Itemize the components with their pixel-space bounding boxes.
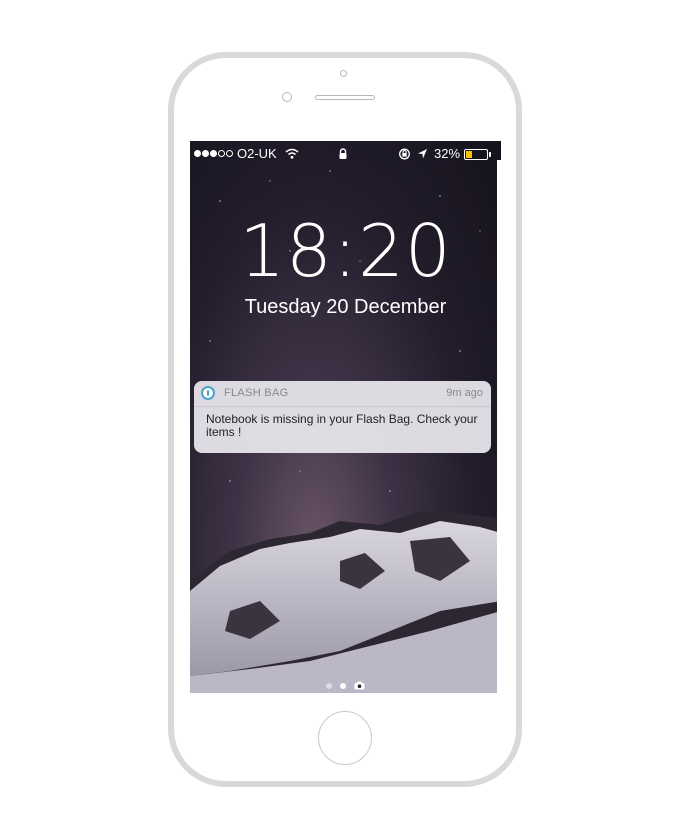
screen-edge (497, 160, 501, 693)
notification-time: 9m ago (446, 387, 483, 399)
front-camera (282, 92, 292, 102)
notification-header: FLASH BAG 9m ago (194, 381, 491, 407)
home-button[interactable] (318, 711, 372, 765)
carrier-name: O2-UK (237, 146, 277, 161)
battery-icon (464, 149, 488, 160)
page-dot-2[interactable] (340, 682, 346, 689)
notification-card[interactable]: FLASH BAG 9m ago Notebook is missing in … (194, 381, 491, 453)
notification-message: Notebook is missing in your Flash Bag. C… (206, 412, 478, 439)
lock-icon (339, 148, 347, 159)
battery-level-fill (466, 151, 473, 158)
lock-screen: O2-UK 32% 18:20 Tuesday 20 December FLAS… (190, 141, 501, 693)
lock-screen-date: Tuesday 20 December (244, 296, 447, 318)
page-indicator (190, 681, 501, 690)
proximity-sensor (340, 70, 347, 77)
lock-screen-time: 18:20 (239, 209, 452, 293)
wifi-icon (285, 148, 299, 159)
battery-percentage: 32% (434, 146, 461, 161)
page-dot-1[interactable] (326, 682, 332, 689)
notification-app-name: FLASH BAG (224, 387, 289, 399)
earpiece-speaker (315, 95, 375, 100)
flash-bag-app-icon (201, 386, 215, 400)
rotation-lock-icon (399, 148, 410, 160)
camera-icon[interactable] (354, 681, 365, 690)
status-bar: O2-UK 32% (190, 145, 501, 165)
location-arrow-icon (418, 149, 427, 159)
signal-strength-icon (194, 150, 233, 157)
battery-terminal (489, 152, 491, 157)
